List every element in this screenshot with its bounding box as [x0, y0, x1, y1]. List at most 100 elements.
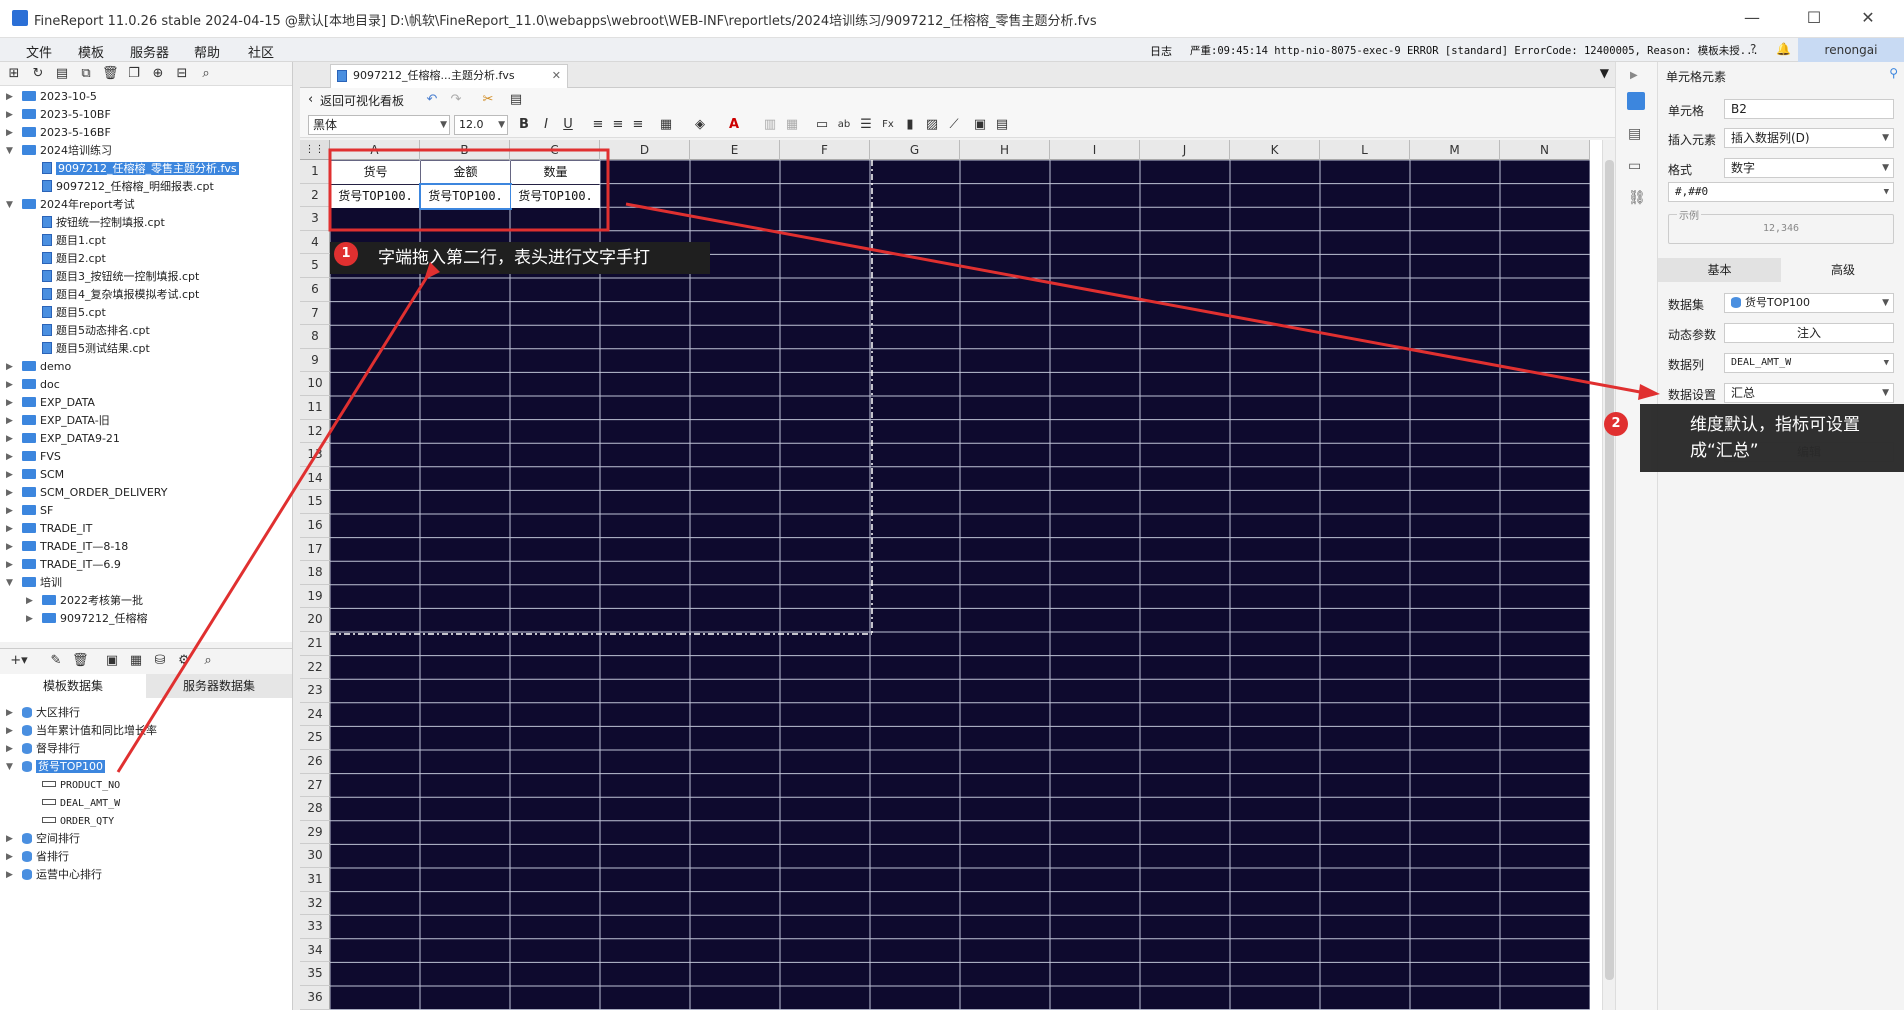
row-header-cell[interactable]: 28 [300, 797, 330, 821]
column-header-cell[interactable]: N [1500, 140, 1590, 160]
insert-formula-icon[interactable]: Fx [880, 117, 896, 133]
chevron-right-icon[interactable]: ▶ [6, 88, 18, 106]
tree-item[interactable]: ORDER_QTY [28, 812, 114, 830]
tree-item[interactable]: ▶ EXP_DATA [6, 394, 95, 412]
menu-file[interactable]: 文件 [26, 42, 52, 61]
menu-help[interactable]: 帮助 [194, 42, 220, 61]
tree-item[interactable]: ▶ SCM_ORDER_DELIVERY [6, 484, 167, 502]
chevron-right-icon[interactable]: ▶ [26, 592, 38, 610]
row-header-cell[interactable]: 3 [300, 207, 330, 231]
preview-icon[interactable]: ▣ [104, 653, 120, 669]
tree-item[interactable]: 题目5动态排名.cpt [28, 322, 150, 340]
row-header-cell[interactable]: 22 [300, 656, 330, 680]
fill-color-icon[interactable]: ◈ [692, 117, 708, 133]
tree-item[interactable]: ▶ EXP_DATA9-21 [6, 430, 120, 448]
align-left-icon[interactable]: ≡ [590, 117, 606, 133]
row-header-cell[interactable]: 29 [300, 821, 330, 845]
chevron-down-icon[interactable]: ▼ [6, 196, 18, 214]
row-header-cell[interactable]: 7 [300, 302, 330, 326]
open-icon[interactable]: ▤ [54, 66, 70, 82]
tab-template-datasets[interactable]: 模板数据集 [0, 674, 146, 698]
data-setting-select[interactable]: 汇总 ▼ [1724, 383, 1894, 403]
font-color-icon[interactable]: A [726, 117, 742, 133]
underline-button[interactable]: U [560, 117, 576, 133]
row-header-cell[interactable]: 34 [300, 939, 330, 963]
header-cell[interactable]: 数量 [511, 161, 600, 184]
delete-icon[interactable]: 🗑 [102, 66, 119, 82]
preview-page-icon[interactable]: ▤ [508, 92, 524, 108]
tree-item[interactable]: ▶ 9097212_任榕榕 [26, 610, 148, 628]
cell-name-input[interactable]: B2 [1724, 99, 1894, 119]
bell-icon[interactable]: 🔔 [1776, 42, 1791, 56]
tree-item[interactable]: ▼ 2024培训练习 [6, 142, 112, 160]
tree-item[interactable]: 按钮统一控制填报.cpt [28, 214, 165, 232]
row-header-cell[interactable]: 10 [300, 372, 330, 396]
cell-grid[interactable]: 货号 金额 数量 货号TOP100. 货号TOP100. 货号TOP100. [330, 160, 1590, 1010]
table-icon[interactable]: ▦ [128, 653, 144, 669]
tree-item[interactable]: 题目3_按钮统一控制填报.cpt [28, 268, 199, 286]
format-pattern-select[interactable]: #,##0 ▼ [1668, 182, 1894, 202]
row-header-cell[interactable]: 19 [300, 585, 330, 609]
tree-item[interactable]: ▶ demo [6, 358, 71, 376]
header-cell[interactable]: 金额 [421, 161, 510, 184]
database-icon[interactable]: ⛁ [152, 653, 168, 669]
chevron-right-icon[interactable]: ▶ [6, 376, 18, 394]
refresh-icon[interactable]: ↻ [30, 66, 46, 82]
tree-item[interactable]: 题目2.cpt [28, 250, 106, 268]
menu-community[interactable]: 社区 [248, 42, 274, 61]
column-header-cell[interactable]: K [1230, 140, 1320, 160]
column-header-cell[interactable]: D [600, 140, 690, 160]
new-folder-icon[interactable]: ⊞ [6, 66, 22, 82]
row-header-cell[interactable]: 11 [300, 396, 330, 420]
cell-attribute-icon[interactable]: ▤ [1628, 126, 1641, 142]
row-header-cell[interactable]: 2 [300, 184, 330, 208]
tree-item[interactable]: 9097212_任榕榕_明细报表.cpt [28, 178, 214, 196]
tree-item[interactable]: ▶ 2023-10-5 [6, 88, 97, 106]
vertical-scrollbar[interactable] [1602, 140, 1615, 1010]
row-header-cell[interactable]: 13 [300, 443, 330, 467]
chevron-right-icon[interactable]: ▶ [6, 740, 18, 758]
chevron-down-icon[interactable]: ▼ [6, 758, 18, 776]
menu-server[interactable]: 服务器 [130, 42, 169, 61]
row-header-cell[interactable]: 36 [300, 986, 330, 1010]
row-header-cell[interactable]: 6 [300, 278, 330, 302]
back-arrow-icon[interactable]: ‹ [308, 92, 313, 107]
tree-item[interactable]: ▶ 2023-5-16BF [6, 124, 111, 142]
tab-server-datasets[interactable]: 服务器数据集 [146, 674, 292, 698]
font-size-select[interactable]: 12.0 ▼ [454, 115, 508, 135]
row-header-cell[interactable]: 16 [300, 514, 330, 538]
row-header-cell[interactable]: 15 [300, 490, 330, 514]
chevron-right-icon[interactable]: ▶ [6, 848, 18, 866]
tree-item[interactable]: ▶ TRADE_IT—8-18 [6, 538, 128, 556]
pin-icon[interactable]: ⚲ [1889, 66, 1898, 80]
insert-text-icon[interactable]: ab [836, 117, 852, 133]
insert-field-icon[interactable]: ▭ [814, 117, 830, 133]
chevron-right-icon[interactable]: ▶ [6, 394, 18, 412]
chevron-right-icon[interactable]: ▶ [6, 484, 18, 502]
row-header-cell[interactable]: 27 [300, 774, 330, 798]
log-label[interactable]: 日志 [1150, 43, 1172, 59]
insert-richtext-icon[interactable]: ☰ [858, 117, 874, 133]
chevron-right-icon[interactable]: ▶ [6, 830, 18, 848]
chevron-right-icon[interactable]: ▶ [6, 556, 18, 574]
row-header-cell[interactable]: 17 [300, 538, 330, 562]
chevron-right-icon[interactable]: ▶ [6, 412, 18, 430]
font-family-select[interactable]: 黑体 ▼ [308, 115, 450, 135]
tree-item[interactable]: ▶ doc [6, 376, 60, 394]
undo-icon[interactable]: ↶ [424, 92, 440, 108]
column-header-cell[interactable]: L [1320, 140, 1410, 160]
chevron-right-icon[interactable]: ▶ [6, 448, 18, 466]
tree-item[interactable]: ▶ 2023-5-10BF [6, 106, 111, 124]
tab-basic[interactable]: 基本 [1658, 258, 1781, 282]
user-account[interactable]: renongai [1798, 38, 1904, 62]
maximize-button[interactable]: ☐ [1794, 8, 1834, 30]
chevron-right-icon[interactable]: ▶ [6, 502, 18, 520]
copy-icon[interactable]: ⧉ [78, 66, 94, 82]
tree-item[interactable]: ▶ 2022考核第一批 [26, 592, 143, 610]
chevron-right-icon[interactable]: ▶ [6, 538, 18, 556]
redo-icon[interactable]: ↷ [448, 92, 464, 108]
tree-item[interactable]: ▼ 培训 [6, 574, 62, 592]
search-icon[interactable]: ⌕ [198, 66, 214, 82]
search-dataset-icon[interactable]: ⌕ [200, 653, 216, 669]
data-cell[interactable]: 货号TOP100. [511, 184, 600, 208]
